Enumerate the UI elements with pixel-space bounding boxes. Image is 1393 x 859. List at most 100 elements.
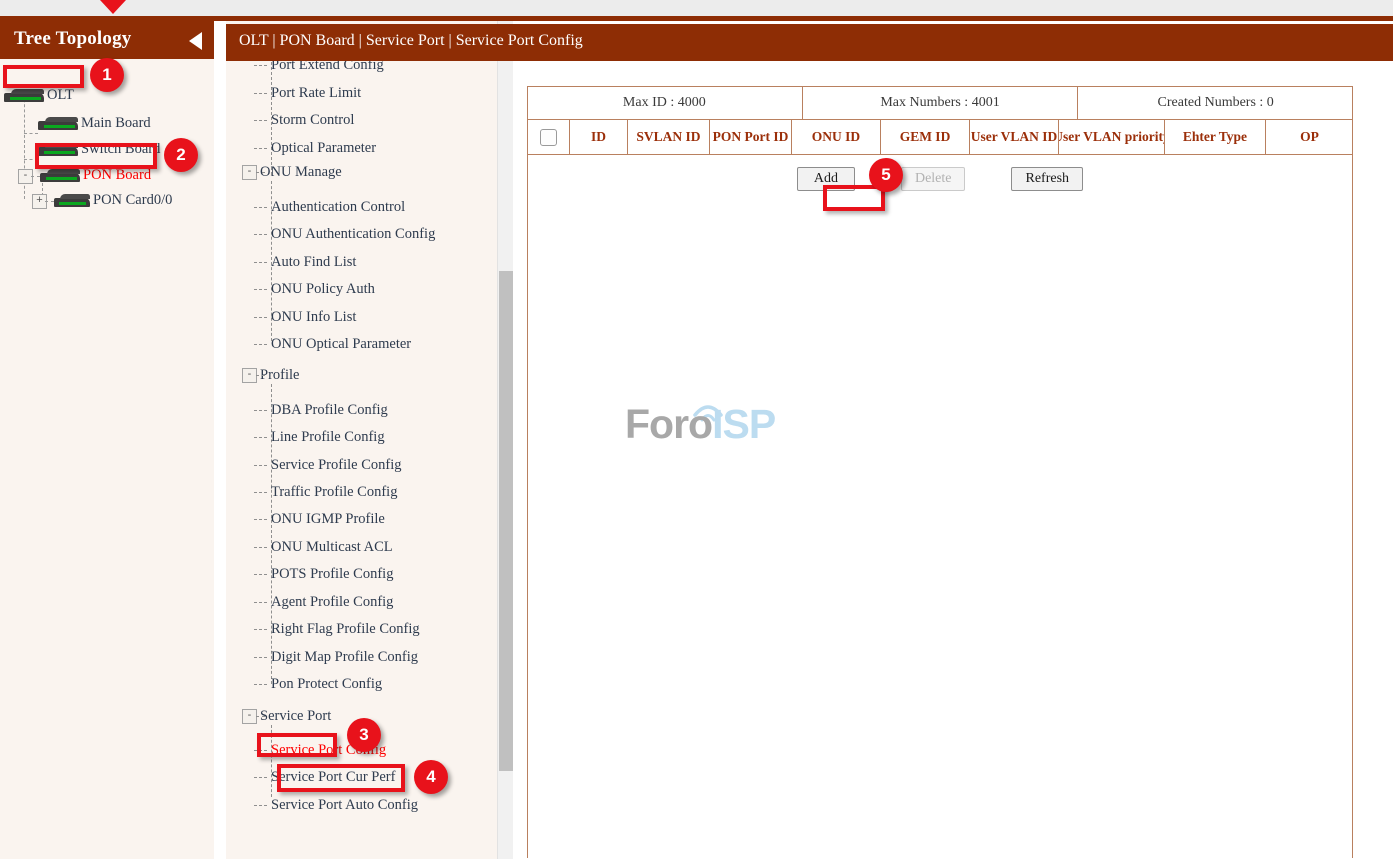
device-icon xyxy=(38,117,78,130)
menu-item-label: Service Profile Config xyxy=(271,457,401,473)
refresh-button[interactable]: Refresh xyxy=(1011,167,1083,191)
tree-topology-title: Tree Topology xyxy=(14,28,132,50)
tree-dash-icon xyxy=(254,93,267,94)
column-header-op[interactable]: OP xyxy=(1266,120,1353,154)
menu-item-traffic-profile-config[interactable]: Traffic Profile Config xyxy=(271,484,397,501)
tree-dash-icon xyxy=(254,465,267,466)
tree-dash-icon xyxy=(254,234,267,235)
panel-gap xyxy=(513,21,525,859)
callout-badge-5: 5 xyxy=(869,158,903,192)
tree-node-olt[interactable]: OLT xyxy=(4,85,74,106)
menu-group-service-port[interactable]: Service Port xyxy=(242,708,331,725)
menu-item-auto-find-list[interactable]: Auto Find List xyxy=(271,254,356,271)
menu-item-label: ONU Multicast ACL xyxy=(271,539,393,555)
tree-dash-icon xyxy=(254,777,267,778)
menu-item-label: Line Profile Config xyxy=(271,429,385,445)
column-header-user-vlan-priority[interactable]: User VLAN priority xyxy=(1059,120,1165,154)
menu-item-onu-info-list[interactable]: ONU Info List xyxy=(271,309,356,326)
column-header-user-vlan-id[interactable]: User VLAN ID xyxy=(970,120,1059,154)
menu-scrollbar-thumb[interactable] xyxy=(499,271,513,771)
tree-node-label: OLT xyxy=(47,87,74,104)
tree-dash-icon xyxy=(254,629,267,630)
tree-node-label: PON Card0/0 xyxy=(93,192,172,209)
tree-branch-line xyxy=(31,176,40,177)
menu-item-onu-multicast-acl[interactable]: ONU Multicast ACL xyxy=(271,539,393,556)
menu-item-onu-authentication-config[interactable]: ONU Authentication Config xyxy=(271,226,435,243)
delete-button[interactable]: Delete xyxy=(901,167,966,191)
callout-badge-1: 1 xyxy=(90,58,124,92)
menu-item-onu-igmp-profile[interactable]: ONU IGMP Profile xyxy=(271,511,385,528)
menu-item-line-profile-config[interactable]: Line Profile Config xyxy=(271,429,385,446)
summary-max-id: Max ID : 4000 xyxy=(527,86,803,119)
column-header-ehter-type[interactable]: Ehter Type xyxy=(1165,120,1266,154)
tree-dash-icon xyxy=(254,65,267,66)
tree-topology-header: Tree Topology xyxy=(0,21,214,59)
callout-badge-3: 3 xyxy=(347,718,381,752)
menu-item-onu-policy-auth[interactable]: ONU Policy Auth xyxy=(271,281,375,298)
menu-item-label: Authentication Control xyxy=(271,199,405,215)
tree-dash-icon xyxy=(254,317,267,318)
tree-dash-icon xyxy=(254,148,267,149)
tree-dash-icon xyxy=(254,684,267,685)
column-header-svlan-id[interactable]: SVLAN ID xyxy=(628,120,710,154)
menu-group-label: Profile xyxy=(260,367,299,383)
left-triangle-icon[interactable] xyxy=(189,32,202,50)
service-port-config-content: Max ID : 4000 Max Numbers : 4001 Created… xyxy=(525,61,1393,859)
menu-group-profile[interactable]: Profile xyxy=(242,367,299,384)
menu-item-agent-profile-config[interactable]: Agent Profile Config xyxy=(271,594,393,611)
menu-item-authentication-control[interactable]: Authentication Control xyxy=(271,199,405,216)
menu-item-digit-map-profile-config[interactable]: Digit Map Profile Config xyxy=(271,649,418,666)
tree-branch-line xyxy=(45,201,54,202)
menu-item-dba-profile-config[interactable]: DBA Profile Config xyxy=(271,402,388,419)
tree-node-main-board[interactable]: Main Board xyxy=(38,113,151,134)
tree-node-label: Main Board xyxy=(81,115,151,132)
tree-dash-icon xyxy=(254,519,267,520)
menu-item-pon-protect-config[interactable]: Pon Protect Config xyxy=(271,676,382,693)
menu-item-service-port-auto-config[interactable]: Service Port Auto Config xyxy=(271,797,418,814)
menu-item-label: Auto Find List xyxy=(271,254,356,270)
column-header-pon-port-id[interactable]: PON Port ID xyxy=(710,120,792,154)
menu-item-label: ONU Info List xyxy=(271,309,356,325)
menu-group-onu-manage[interactable]: ONU Manage xyxy=(242,164,342,181)
menu-item-pots-profile-config[interactable]: POTS Profile Config xyxy=(271,566,393,583)
menu-item-label: Right Flag Profile Config xyxy=(271,621,420,637)
highlight-box-olt xyxy=(3,65,84,88)
menu-item-service-profile-config[interactable]: Service Profile Config xyxy=(271,457,401,474)
menu-item-label: Pon Protect Config xyxy=(271,676,382,692)
summary-max-numbers: Max Numbers : 4001 xyxy=(803,86,1079,119)
tree-node-pon-card-0-0[interactable]: PON Card0/0 xyxy=(54,190,172,211)
watermark-text: ForoISP xyxy=(625,401,775,448)
tree-dash-icon xyxy=(254,344,267,345)
menu-item-optical-parameter[interactable]: Optical Parameter xyxy=(271,140,376,157)
tree-dash-icon xyxy=(254,289,267,290)
menu-scrollbar[interactable] xyxy=(497,21,514,859)
menu-item-label: ONU IGMP Profile xyxy=(271,511,385,527)
menu-item-right-flag-profile-config[interactable]: Right Flag Profile Config xyxy=(271,621,420,638)
tree-dash-icon xyxy=(254,602,267,603)
tree-dash-icon xyxy=(254,120,267,121)
breadcrumb: OLT | PON Board | Service Port | Service… xyxy=(239,32,583,50)
menu-item-port-rate-limit[interactable]: Port Rate Limit xyxy=(271,85,361,102)
tree-dash-icon xyxy=(256,716,265,717)
menu-group-label: Service Port xyxy=(260,708,331,724)
foroisp-watermark: ForoISP xyxy=(625,393,805,463)
device-icon xyxy=(40,169,80,182)
column-header-gem-id[interactable]: GEM ID xyxy=(881,120,970,154)
tree-topology-body: OLT Main Board Switch Board - PON Board xyxy=(0,59,214,859)
select-all-checkbox[interactable] xyxy=(540,129,557,146)
tree-dash-icon xyxy=(254,547,267,548)
menu-item-label: Storm Control xyxy=(271,112,354,128)
tree-dash-icon xyxy=(254,410,267,411)
callout-badge-4: 4 xyxy=(414,760,448,794)
tree-dash-icon xyxy=(256,375,265,376)
menu-item-label: DBA Profile Config xyxy=(271,402,388,418)
column-header-id[interactable]: ID xyxy=(570,120,628,154)
tree-dash-icon xyxy=(254,437,267,438)
tree-node-label: PON Board xyxy=(83,167,151,184)
menu-item-label: Digit Map Profile Config xyxy=(271,649,418,665)
menu-item-onu-optical-parameter[interactable]: ONU Optical Parameter xyxy=(271,336,411,353)
menu-item-storm-control[interactable]: Storm Control xyxy=(271,112,354,129)
column-header-onu-id[interactable]: ONU ID xyxy=(792,120,881,154)
menu-item-label: ONU Policy Auth xyxy=(271,281,375,297)
menu-item-label: ONU Optical Parameter xyxy=(271,336,411,352)
